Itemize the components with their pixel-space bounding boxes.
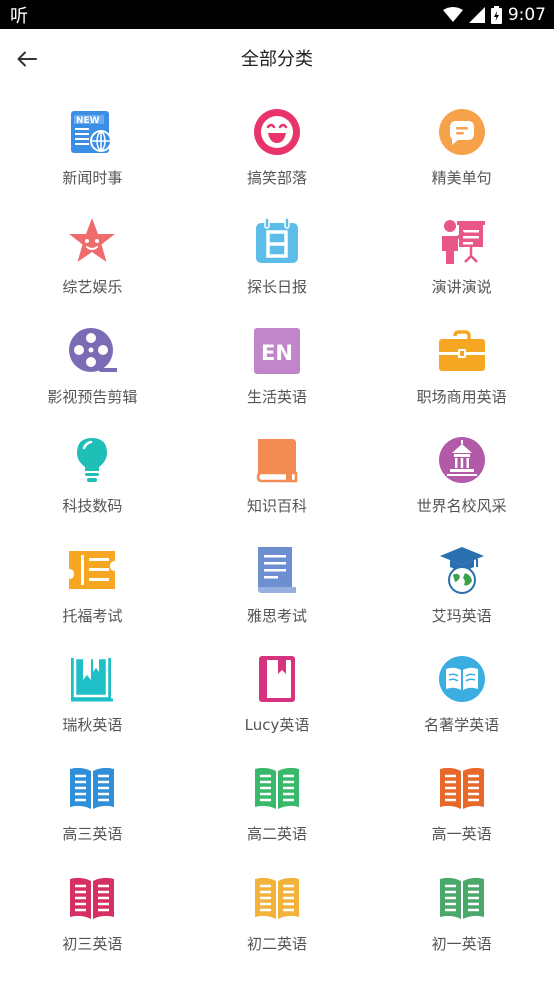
category-label: 职场商用英语 [416, 387, 507, 406]
open-book-icon [67, 763, 117, 813]
category-label: 托福考试 [62, 606, 123, 625]
signal-icon [468, 6, 485, 23]
status-indicators: 9:07 [442, 4, 546, 25]
wifi-icon [442, 6, 463, 22]
page-title: 全部分类 [241, 49, 313, 70]
category-label: 生活英语 [246, 387, 307, 406]
category-item[interactable]: 世界名校风采 [369, 435, 554, 544]
svg-text:NEW: NEW [76, 116, 100, 126]
en-badge-icon: EN [252, 326, 302, 376]
ticket-icon [67, 545, 117, 595]
open-book-circle-icon [437, 654, 487, 704]
category-label: 艾玛英语 [431, 606, 492, 625]
category-item[interactable]: 初三英语 [0, 873, 185, 982]
clock: 9:07 [507, 4, 546, 25]
calendar-icon [252, 216, 302, 266]
category-item[interactable]: 高三英语 [0, 763, 185, 872]
category-label: 搞笑部落 [246, 169, 307, 187]
category-label: Lucy英语 [244, 715, 310, 734]
category-item[interactable]: NEW 新闻时事 [0, 107, 185, 216]
film-reel-icon [67, 326, 118, 376]
category-item[interactable]: EN 生活英语 [185, 326, 370, 435]
laughing-face-icon [252, 107, 302, 157]
category-item[interactable]: 科技数码 [0, 435, 185, 544]
category-label: 精美单句 [431, 169, 492, 187]
category-item[interactable]: 影视预告剪辑 [0, 326, 185, 435]
category-label: 雅思考试 [246, 606, 307, 625]
open-book-icon [437, 763, 487, 813]
category-label: 瑞秋英语 [62, 715, 123, 734]
category-label: 高三英语 [62, 825, 123, 844]
category-label: 新闻时事 [62, 169, 123, 187]
school-icon [437, 435, 487, 485]
category-item[interactable]: 高一英语 [369, 763, 554, 872]
category-label: 演讲演说 [431, 278, 492, 297]
book-icon [252, 435, 302, 485]
category-item[interactable]: 艾玛英语 [369, 545, 554, 654]
category-label: 初二英语 [246, 934, 307, 953]
category-label: 综艺娱乐 [62, 278, 123, 297]
open-book-icon [252, 763, 302, 813]
category-label: 知识百科 [246, 497, 307, 516]
category-item[interactable]: 职场商用英语 [369, 326, 554, 435]
bookmark-book-icon [67, 654, 117, 704]
category-grid: NEW 新闻时事 搞笑部落 精美单句综艺娱乐 探长日报 演讲演说影视预告剪辑 EN 生活英语 职… [0, 87, 554, 982]
presenter-icon [437, 216, 487, 266]
category-item[interactable]: 雅思考试 [185, 545, 370, 654]
category-item[interactable]: 综艺娱乐 [0, 216, 185, 325]
app-bar: 全部分类 [0, 29, 554, 87]
category-label: 探长日报 [246, 278, 307, 297]
category-label: 高一英语 [431, 825, 492, 844]
open-book-icon [437, 873, 487, 923]
category-label: 初三英语 [62, 934, 123, 953]
category-item[interactable]: 演讲演说 [369, 216, 554, 325]
category-item[interactable]: 托福考试 [0, 545, 185, 654]
category-item[interactable]: 高二英语 [185, 763, 370, 872]
speech-bubble-icon [437, 107, 487, 157]
category-item[interactable]: 探长日报 [185, 216, 370, 325]
back-arrow-icon [17, 51, 37, 67]
category-item[interactable]: 搞笑部落 [185, 107, 370, 216]
status-bar: 听 9:07 [0, 0, 554, 29]
category-label: 科技数码 [62, 497, 123, 516]
news-icon: NEW [67, 107, 117, 157]
category-label: 高二英语 [246, 825, 307, 844]
open-book-icon [67, 873, 117, 923]
briefcase-icon [437, 326, 487, 376]
category-item[interactable]: 初一英语 [369, 873, 554, 982]
category-item[interactable]: 初二英语 [185, 873, 370, 982]
category-item[interactable]: Lucy英语 [185, 654, 370, 763]
open-book-icon [252, 873, 302, 923]
category-item[interactable]: 精美单句 [369, 107, 554, 216]
svg-text:EN: EN [261, 341, 293, 365]
category-item[interactable]: 知识百科 [185, 435, 370, 544]
notebook-icon [252, 654, 302, 704]
battery-icon [490, 5, 502, 24]
category-item[interactable]: 名著学英语 [369, 654, 554, 763]
category-label: 名著学英语 [424, 715, 500, 734]
category-label: 影视预告剪辑 [47, 387, 138, 406]
app-notification-icon: 听 [10, 5, 28, 27]
lightbulb-icon [67, 435, 117, 485]
category-item[interactable]: 瑞秋英语 [0, 654, 185, 763]
category-label: 世界名校风采 [416, 497, 507, 516]
category-label: 初一英语 [431, 934, 492, 953]
back-button[interactable] [14, 46, 40, 72]
star-face-icon [67, 216, 117, 266]
graduation-globe-icon [437, 545, 487, 595]
document-icon [252, 545, 302, 595]
